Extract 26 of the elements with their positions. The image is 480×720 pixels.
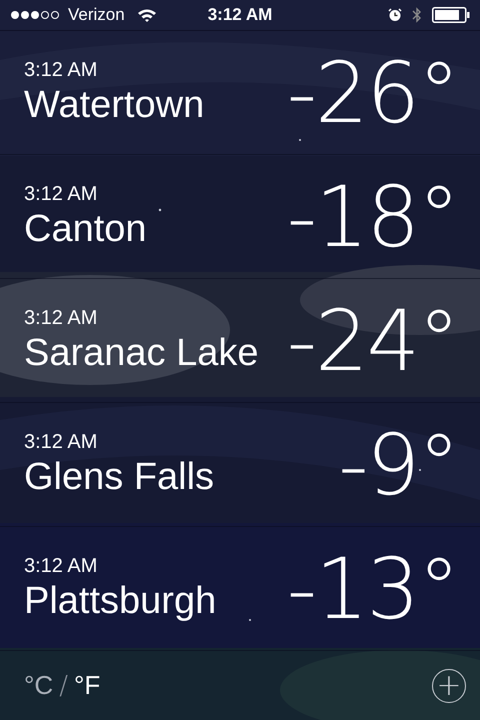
city-name: Plattsburgh: [24, 580, 216, 622]
city-name: Canton: [24, 208, 147, 250]
unit-toggle[interactable]: °F: [74, 670, 100, 701]
wifi-icon: [136, 8, 157, 22]
signal-icon: [10, 10, 62, 20]
temperature: -18°: [286, 168, 458, 266]
battery-icon: [432, 7, 470, 23]
carrier-name: Verizon: [68, 5, 125, 25]
unit-toggle[interactable]: °C: [24, 670, 54, 701]
local-time: 3:12 AM: [24, 430, 98, 454]
add-button[interactable]: +: [432, 668, 466, 702]
bluetooth-icon: [412, 7, 422, 23]
temperature: -24°: [286, 292, 458, 390]
city-name: Watertown: [24, 84, 204, 126]
status-time: 3:12 AM: [208, 5, 272, 25]
local-time: 3:12 AM: [24, 554, 98, 578]
temperature: -9°: [338, 416, 458, 514]
temperature: -13°: [286, 540, 458, 638]
local-time: 3:12 AM: [24, 58, 98, 82]
local-time: 3:12 AM: [24, 182, 98, 206]
city-name: Saranac Lake: [24, 332, 258, 374]
local-time: 3:12 AM: [24, 306, 98, 330]
temperature: -26°: [286, 44, 458, 142]
alarm-clock-icon: [388, 8, 402, 22]
unit-separator: /: [59, 670, 68, 700]
city-name: Glens Falls: [24, 456, 214, 498]
